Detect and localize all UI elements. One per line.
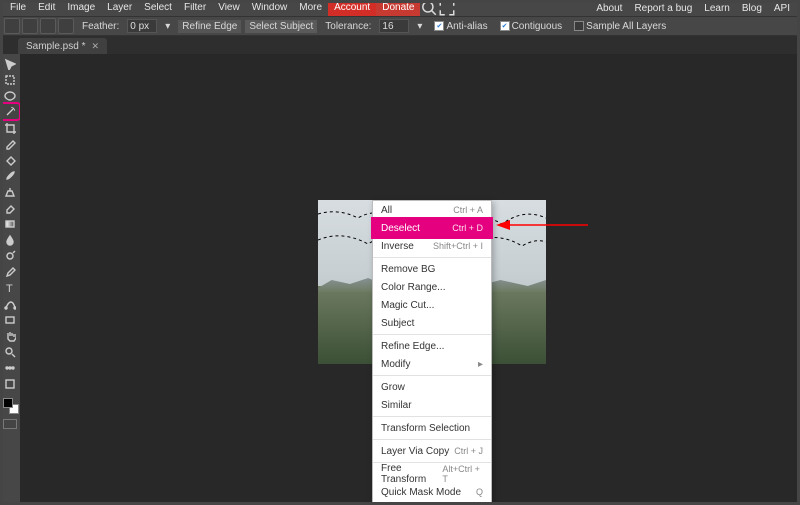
menu-select[interactable]: Select bbox=[138, 0, 178, 16]
select-subject-button[interactable]: Select Subject bbox=[245, 20, 317, 33]
ctx-remove-bg[interactable]: Remove BG bbox=[373, 260, 491, 278]
contiguous-check[interactable]: ✔Contiguous bbox=[496, 20, 567, 33]
link-learn[interactable]: Learn bbox=[698, 3, 736, 14]
feather-dropdown-icon[interactable]: ▾ bbox=[161, 20, 174, 33]
menu-bar: File Edit Image Layer Select Filter View… bbox=[0, 0, 800, 16]
ctx-refine-edge-[interactable]: Refine Edge... bbox=[373, 337, 491, 355]
document-tab[interactable]: Sample.psd * ✕ bbox=[18, 38, 107, 54]
tool-healing[interactable] bbox=[1, 152, 19, 167]
tool-blur[interactable] bbox=[1, 232, 19, 247]
menu-layer[interactable]: Layer bbox=[101, 0, 138, 16]
menu-donate[interactable]: Donate bbox=[376, 0, 420, 16]
ctx-layer-via-copy[interactable]: Layer Via CopyCtrl + J bbox=[373, 442, 491, 460]
sel-add-icon[interactable] bbox=[22, 18, 38, 34]
tool-zoom[interactable] bbox=[1, 344, 19, 359]
svg-text:T: T bbox=[6, 283, 13, 294]
tab-title: Sample.psd * bbox=[26, 41, 85, 52]
tool-clone[interactable] bbox=[1, 184, 19, 199]
menu-image[interactable]: Image bbox=[61, 0, 101, 16]
tool-more1[interactable] bbox=[1, 360, 19, 375]
workspace: T AllCtrl + ADeselectCtrl + DInverseShif… bbox=[0, 54, 800, 505]
tool-palette: T bbox=[0, 54, 20, 505]
tool-brush[interactable] bbox=[1, 168, 19, 183]
link-about[interactable]: About bbox=[590, 3, 628, 14]
canvas-area[interactable]: AllCtrl + ADeselectCtrl + DInverseShift+… bbox=[20, 54, 800, 505]
menu-filter[interactable]: Filter bbox=[178, 0, 212, 16]
menu-edit[interactable]: Edit bbox=[32, 0, 61, 16]
tool-dodge[interactable] bbox=[1, 248, 19, 263]
selection-mode-icons bbox=[4, 18, 74, 34]
link-blog[interactable]: Blog bbox=[736, 3, 768, 14]
sample-all-check[interactable]: Sample All Layers bbox=[570, 20, 670, 33]
link-api[interactable]: API bbox=[768, 3, 796, 14]
ctx-free-transform[interactable]: Free TransformAlt+Ctrl + T bbox=[373, 465, 491, 483]
ctx-subject[interactable]: Subject bbox=[373, 314, 491, 332]
preview-thumb bbox=[3, 419, 17, 429]
ctx-transform-selection[interactable]: Transform Selection bbox=[373, 419, 491, 437]
ctx-modify[interactable]: Modify▸ bbox=[373, 355, 491, 373]
ctx-inverse[interactable]: InverseShift+Ctrl + I bbox=[373, 237, 491, 255]
ctx-grow[interactable]: Grow bbox=[373, 378, 491, 396]
menu-window[interactable]: Window bbox=[246, 0, 294, 16]
tolerance-input[interactable] bbox=[379, 19, 409, 33]
tool-lasso[interactable] bbox=[1, 88, 19, 103]
tool-wand[interactable] bbox=[1, 104, 19, 119]
tool-text[interactable]: T bbox=[1, 280, 19, 295]
tool-eraser[interactable] bbox=[1, 200, 19, 215]
document-tab-bar: Sample.psd * ✕ bbox=[0, 36, 800, 54]
tool-marquee-rect[interactable] bbox=[1, 72, 19, 87]
tool-gradient[interactable] bbox=[1, 216, 19, 231]
menu-view[interactable]: View bbox=[212, 0, 246, 16]
antialias-check[interactable]: ✔Anti-alias bbox=[430, 20, 491, 33]
sel-intersect-icon[interactable] bbox=[58, 18, 74, 34]
tool-crop[interactable] bbox=[1, 120, 19, 135]
menu-account[interactable]: Account bbox=[328, 0, 376, 16]
ctx-all[interactable]: AllCtrl + A bbox=[373, 201, 491, 219]
color-chips[interactable] bbox=[1, 396, 19, 414]
options-bar: Feather: ▾ Refine Edge Select Subject To… bbox=[0, 16, 800, 36]
tool-rect[interactable] bbox=[1, 312, 19, 327]
tool-eyedropper[interactable] bbox=[1, 136, 19, 151]
tool-path[interactable] bbox=[1, 296, 19, 311]
ctx-similar[interactable]: Similar bbox=[373, 396, 491, 414]
tolerance-dropdown-icon[interactable]: ▾ bbox=[413, 20, 426, 33]
ctx-quick-mask-mode[interactable]: Quick Mask ModeQ bbox=[373, 483, 491, 501]
feather-input[interactable] bbox=[127, 19, 157, 33]
feather-label: Feather: bbox=[78, 20, 123, 33]
menu-more[interactable]: More bbox=[293, 0, 328, 16]
context-menu: AllCtrl + ADeselectCtrl + DInverseShift+… bbox=[372, 200, 492, 505]
tolerance-label: Tolerance: bbox=[321, 20, 375, 33]
tool-pen[interactable] bbox=[1, 264, 19, 279]
close-icon[interactable]: ✕ bbox=[91, 41, 99, 52]
search-icon[interactable] bbox=[420, 0, 438, 17]
tool-move[interactable] bbox=[1, 56, 19, 71]
tool-hand[interactable] bbox=[1, 328, 19, 343]
fullscreen-icon[interactable] bbox=[438, 0, 456, 17]
ctx-magic-cut-[interactable]: Magic Cut... bbox=[373, 296, 491, 314]
ctx-deselect[interactable]: DeselectCtrl + D bbox=[373, 219, 491, 237]
ctx-color-range-[interactable]: Color Range... bbox=[373, 278, 491, 296]
tool-more2[interactable] bbox=[1, 376, 19, 391]
sel-new-icon[interactable] bbox=[4, 18, 20, 34]
menu-file[interactable]: File bbox=[4, 0, 32, 16]
refine-edge-button[interactable]: Refine Edge bbox=[178, 20, 241, 33]
sel-sub-icon[interactable] bbox=[40, 18, 56, 34]
link-report[interactable]: Report a bug bbox=[628, 3, 698, 14]
